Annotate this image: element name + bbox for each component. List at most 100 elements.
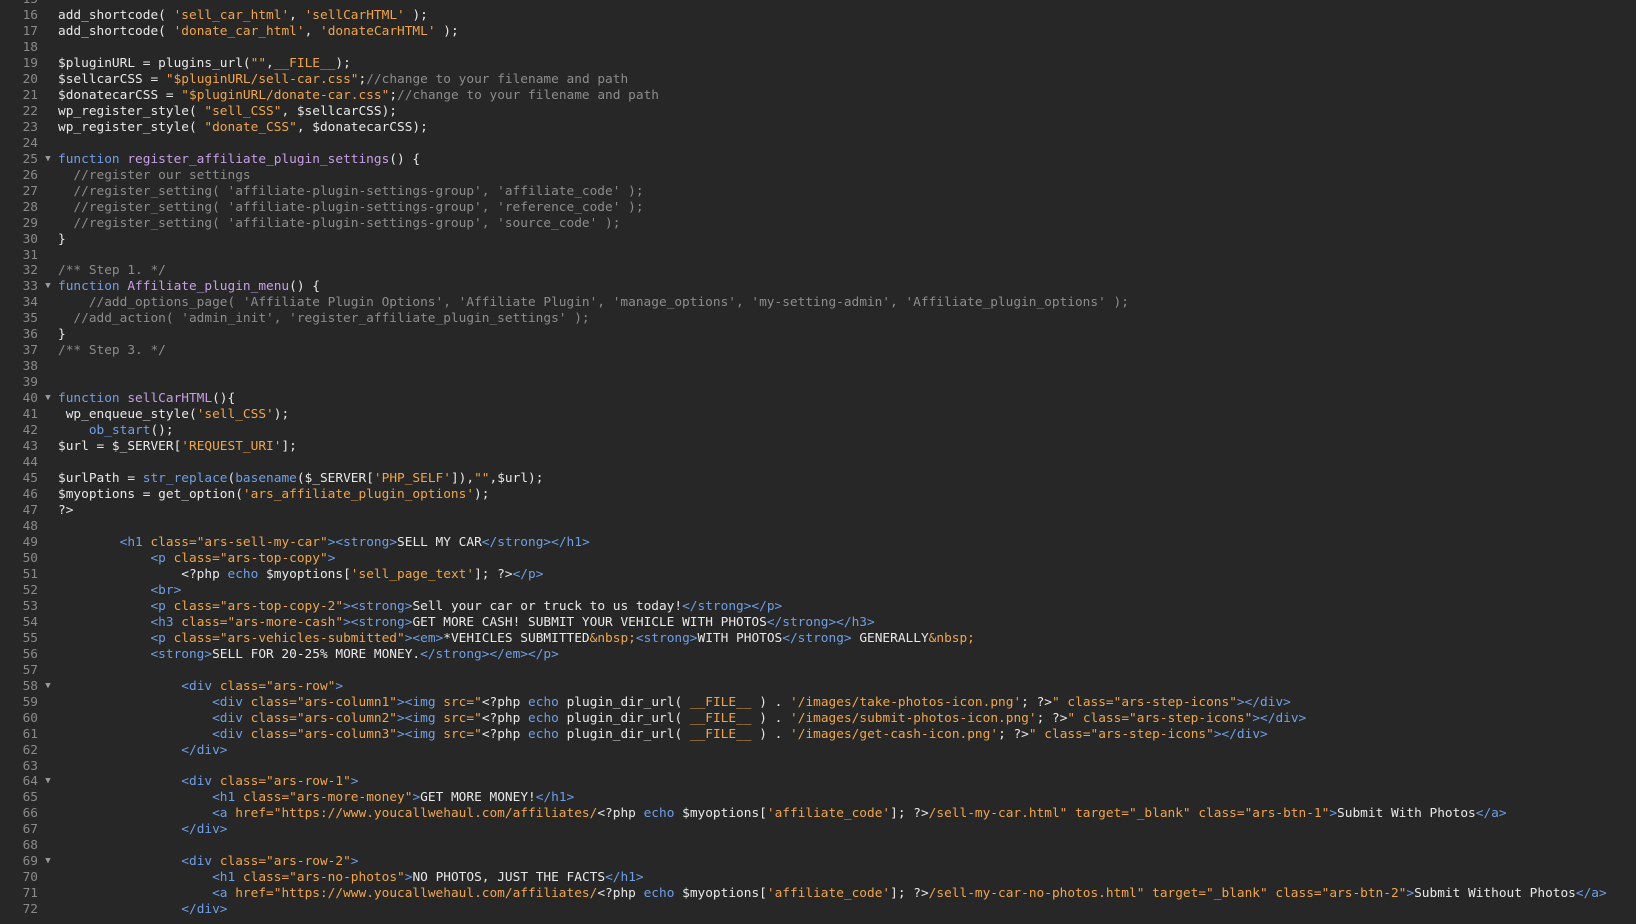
line-text: /** Step 3. */	[58, 343, 166, 359]
code-line[interactable]: 29 //register_setting( 'affiliate-plugin…	[0, 216, 1607, 232]
line-text: <a href="https://www.youcallwehaul.com/a…	[58, 886, 1607, 902]
code-token: '/images/take-photos-icon.png'	[790, 694, 1022, 710]
line-text: <h1 class="ars-more-money">GET MORE MONE…	[58, 790, 574, 806]
code-token: </strong></h1>	[481, 534, 590, 550]
code-line[interactable]: 50 <p class="ars-top-copy">	[0, 551, 1607, 567]
code-line[interactable]: 33 ▼ function Affiliate_plugin_menu() {	[0, 279, 1607, 295]
code-line[interactable]: 17 add_shortcode( 'donate_car_html', 'don…	[0, 24, 1607, 40]
code-token: basename	[235, 471, 297, 487]
code-line[interactable]: 63	[0, 759, 1607, 775]
code-line[interactable]: 54 <h3 class="ars-more-cash"><strong>GET…	[0, 615, 1607, 631]
code-line[interactable]: 43 $url = $_SERVER['REQUEST_URI'];	[0, 439, 1607, 455]
line-text: </div>	[58, 743, 227, 759]
line-number: 41	[22, 407, 38, 423]
line-number: 54	[22, 614, 38, 630]
code-line[interactable]: 44	[0, 455, 1607, 471]
code-editor[interactable]: 1516 add_shortcode( 'sell_car_html', 'sel…	[0, 0, 1636, 924]
code-token: 'affiliate_code'	[766, 806, 891, 822]
code-token: "ars-row"	[266, 678, 336, 694]
code-line[interactable]: 49 <h1 class="ars-sell-my-car"><strong>S…	[0, 535, 1607, 551]
code-line[interactable]: 15	[0, 0, 1607, 8]
code-line[interactable]: 34 //add_options_page( 'Affiliate Plugin…	[0, 295, 1607, 311]
code-line[interactable]: 47 ?>	[0, 503, 1607, 519]
code-line[interactable]: 51 <?php echo $myoptions['sell_page_text…	[0, 567, 1607, 583]
code-line[interactable]: 60 <div class="ars-column2"><img src="<?…	[0, 711, 1607, 727]
code-line[interactable]: 72 </div>	[0, 902, 1607, 918]
code-token: 'affiliate_code'	[766, 886, 891, 902]
code-line[interactable]: 25 ▼ function register_affiliate_plugin_se…	[0, 152, 1607, 168]
fold-triangle-icon[interactable]: ▼	[38, 679, 58, 695]
code-line[interactable]: 55 <p class="ars-vehicles-submitted"><em…	[0, 631, 1607, 647]
code-token: /** Step 3. */	[58, 343, 166, 359]
code-line[interactable]: 26 //register our settings	[0, 168, 1607, 184]
fold-triangle-icon[interactable]: ▼	[38, 152, 58, 168]
code-line[interactable]: 52 <br>	[0, 583, 1607, 599]
code-line[interactable]: 58 ▼ <div class="ars-row">	[0, 679, 1607, 695]
code-line[interactable]: 69 ▼ <div class="ars-row-2">	[0, 854, 1607, 870]
fold-triangle-icon[interactable]: ▼	[38, 854, 58, 870]
code-line[interactable]: 32 /** Step 1. */	[0, 263, 1607, 279]
code-line[interactable]: 21 $donatecarCSS = "$pluginURL/donate-car…	[0, 88, 1607, 104]
code-line[interactable]: 68	[0, 838, 1607, 854]
code-token: target=	[1067, 806, 1129, 822]
code-line[interactable]: 19 $pluginURL = plugins_url("",__FILE__);	[0, 56, 1607, 72]
code-line[interactable]: 65 <h1 class="ars-more-money">GET MORE M…	[0, 790, 1607, 806]
code-line[interactable]: 27 //register_setting( 'affiliate-plugin…	[0, 184, 1607, 200]
code-line[interactable]: 66 <a href="https://www.youcallwehaul.co…	[0, 806, 1607, 822]
code-token: ]; ?>	[890, 886, 929, 902]
code-token: sellCarHTML	[127, 391, 213, 407]
code-line[interactable]: 36}	[0, 327, 1607, 343]
line-text: }	[58, 232, 66, 248]
code-line[interactable]: 42 ob_start();	[0, 423, 1607, 439]
code-token: <strong>	[635, 630, 698, 646]
code-token: "	[474, 726, 482, 742]
code-line[interactable]: 48	[0, 519, 1607, 535]
code-line[interactable]: 64 ▼ <div class="ars-row-1">	[0, 774, 1607, 790]
code-token: </p>	[512, 566, 544, 582]
code-line[interactable]: 67 </div>	[0, 822, 1607, 838]
code-line[interactable]: 61 <div class="ars-column3"><img src="<?…	[0, 727, 1607, 743]
code-token: class=	[173, 630, 220, 646]
code-line[interactable]: 56 <strong>SELL FOR 20-25% MORE MONEY.</…	[0, 647, 1607, 663]
code-line[interactable]: 31	[0, 248, 1607, 264]
code-token: class=	[173, 550, 220, 566]
code-line[interactable]: 46 $myoptions = get_option('ars_affiliate…	[0, 487, 1607, 503]
fold-triangle-icon[interactable]: ▼	[38, 774, 58, 790]
code-line[interactable]: 37 /** Step 3. */	[0, 343, 1607, 359]
code-line[interactable]: 70 <h1 class="ars-no-photos">NO PHOTOS, …	[0, 870, 1607, 886]
code-line[interactable]: 24	[0, 136, 1607, 152]
code-line[interactable]: 28 //register_setting( 'affiliate-plugin…	[0, 200, 1607, 216]
code-line[interactable]: 18	[0, 40, 1607, 56]
code-token: $urlPath =	[58, 471, 143, 487]
code-line[interactable]: 30}	[0, 232, 1607, 248]
code-line[interactable]: 59 <div class="ars-column1"><img src="<?…	[0, 695, 1607, 711]
code-token: class=	[250, 694, 297, 710]
code-line[interactable]: 35 //add_action( 'admin_init', 'register…	[0, 311, 1607, 327]
code-line[interactable]: 53 <p class="ars-top-copy-2"><strong>Sel…	[0, 599, 1607, 615]
code-line[interactable]: 23 wp_register_style( "donate_CSS", $dona…	[0, 120, 1607, 136]
code-line[interactable]: 45 $urlPath = str_replace(basename($_SERV…	[0, 471, 1607, 487]
code-line[interactable]: 20 $sellcarCSS = "$pluginURL/sell-car.css…	[0, 72, 1607, 88]
code-line[interactable]: 39	[0, 375, 1607, 391]
code-line[interactable]: 62 </div>	[0, 743, 1607, 759]
fold-triangle-icon[interactable]: ▼	[38, 279, 58, 295]
code-line[interactable]: 57	[0, 663, 1607, 679]
code-line[interactable]: 40 ▼ function sellCarHTML(){	[0, 391, 1607, 407]
code-line[interactable]: 38	[0, 359, 1607, 375]
line-text: <h1 class="ars-no-photos">NO PHOTOS, JUS…	[58, 870, 644, 886]
code-line[interactable]: 71 <a href="https://www.youcallwehaul.co…	[0, 886, 1607, 902]
code-token: ?>	[58, 503, 74, 518]
fold-triangle-icon[interactable]: ▼	[38, 391, 58, 407]
code-line[interactable]: 16 add_shortcode( 'sell_car_html', 'sellC…	[0, 8, 1607, 24]
code-token: /** Step 1. */	[58, 263, 166, 279]
line-text: add_shortcode( 'sell_car_html', 'sellCar…	[58, 8, 428, 24]
line-number: 60	[22, 710, 38, 726]
code-line[interactable]: 22 wp_register_style( "sell_CSS", $sellca…	[0, 104, 1607, 120]
code-token: $pluginURL = plugins_url(	[58, 55, 251, 71]
code-line[interactable]: 41 wp_enqueue_style('sell_CSS');	[0, 407, 1607, 423]
